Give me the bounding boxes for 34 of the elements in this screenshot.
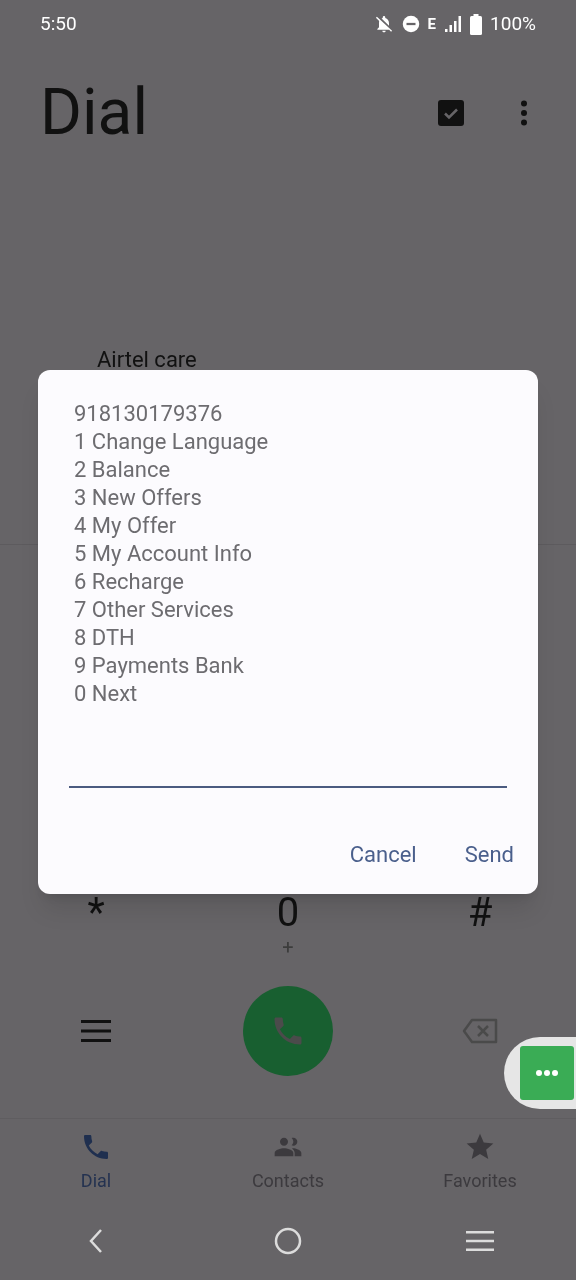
bell-off-icon — [373, 14, 394, 34]
message-line: 0 Next — [74, 680, 139, 708]
message-line: 7 Other Services — [74, 596, 235, 624]
menu-icon[interactable] — [81, 1019, 111, 1043]
keypad-key[interactable]: 0 + — [192, 893, 384, 957]
message-line: 3 New Offers — [74, 484, 203, 512]
signal-icon — [444, 15, 463, 33]
back-icon[interactable] — [88, 1227, 104, 1254]
message-line: 4 My Offer — [74, 512, 178, 540]
floating-bubble[interactable] — [504, 1037, 576, 1109]
message-line: 8 DTH — [74, 624, 136, 652]
dialog-button[interactable]: Cancel — [337, 834, 429, 875]
nav-tab[interactable]: Dial — [0, 1131, 192, 1208]
keypad-key[interactable]: # — [384, 893, 576, 933]
contact-name: Airtel care — [97, 347, 197, 372]
message-line: 2 Balance — [74, 456, 172, 484]
message-line: 5 My Account Info — [74, 540, 254, 568]
battery-percent: 100% — [490, 10, 536, 37]
keypad-key[interactable]: * — [0, 893, 192, 933]
network-type: E — [427, 13, 437, 35]
checkbox-icon[interactable] — [438, 100, 464, 126]
more-icon[interactable] — [520, 1046, 574, 1100]
do-not-disturb-icon — [401, 15, 420, 33]
message-line: 1 Change Language — [74, 428, 270, 456]
page-title: Dial — [40, 81, 148, 145]
recents-icon[interactable] — [466, 1229, 494, 1252]
home-icon[interactable] — [274, 1226, 302, 1255]
message-line: 6 Recharge — [74, 568, 185, 596]
message-line: 9 Payments Bank — [74, 652, 245, 680]
more-icon[interactable] — [520, 100, 528, 126]
status-time: 5:50 — [40, 10, 77, 37]
battery-icon — [470, 13, 483, 35]
message-line: 918130179376 — [74, 400, 224, 428]
dialog-button[interactable]: Send — [452, 834, 526, 875]
